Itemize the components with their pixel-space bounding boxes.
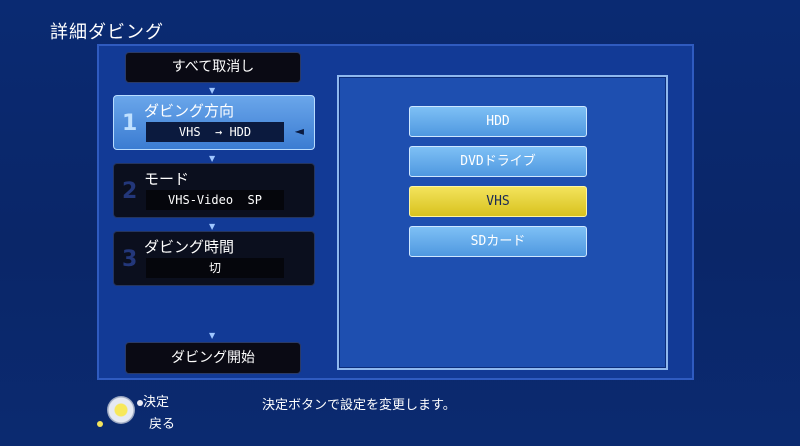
down-arrow-icon: ▼ bbox=[209, 331, 216, 340]
pointer-icon: ◄ bbox=[294, 124, 304, 138]
hint-back-label: 戻る bbox=[149, 417, 176, 432]
direction-value: VHS → HDD bbox=[146, 122, 284, 142]
step-number: 2 bbox=[122, 179, 138, 204]
down-arrow-icon: ▼ bbox=[209, 86, 216, 95]
clear-all-button[interactable]: すべて取消し bbox=[125, 52, 301, 83]
page-title: 詳細ダビング bbox=[50, 22, 164, 43]
step-label: モード bbox=[144, 170, 190, 188]
option-hdd[interactable]: HDD bbox=[409, 106, 587, 137]
step-number: 1 bbox=[122, 111, 138, 136]
option-dvd-drive[interactable]: DVDドライブ bbox=[409, 146, 587, 177]
remote-enter-icon bbox=[107, 396, 135, 424]
step-dubbing-direction[interactable]: 1 ダビング方向 VHS → HDD ◄ bbox=[113, 95, 315, 150]
step-mode[interactable]: 2 モード VHS-Video SP bbox=[113, 163, 315, 218]
start-dubbing-button[interactable]: ダビング開始 bbox=[125, 342, 301, 374]
option-sd-card[interactable]: SDカード bbox=[409, 226, 587, 257]
down-arrow-icon: ▼ bbox=[209, 222, 216, 231]
back-dot-icon bbox=[97, 421, 103, 427]
hint-ok-label: 決定 bbox=[143, 395, 170, 410]
time-value: 切 bbox=[146, 258, 284, 278]
step-number: 3 bbox=[122, 247, 138, 272]
option-vhs[interactable]: VHS bbox=[409, 186, 587, 217]
step-label: ダビング時間 bbox=[144, 238, 235, 256]
step-dubbing-time[interactable]: 3 ダビング時間 切 bbox=[113, 231, 315, 286]
mode-value: VHS-Video SP bbox=[146, 190, 284, 210]
status-message: 決定ボタンで設定を変更します。 bbox=[262, 398, 456, 413]
down-arrow-icon: ▼ bbox=[209, 154, 216, 163]
step-label: ダビング方向 bbox=[144, 102, 235, 120]
